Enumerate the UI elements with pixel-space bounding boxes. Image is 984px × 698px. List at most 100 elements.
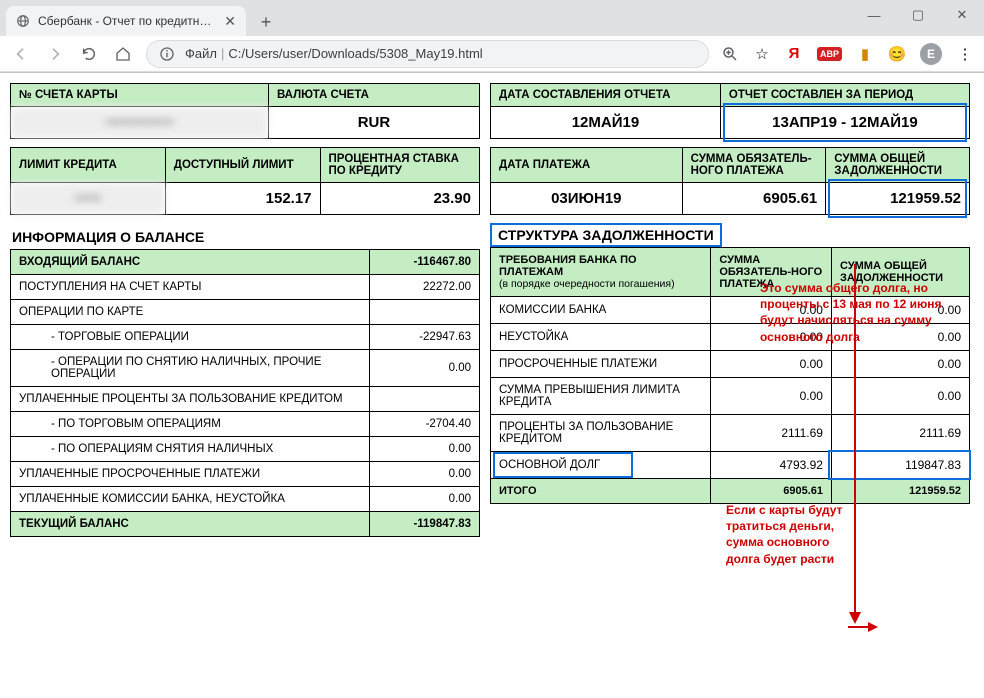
bal-r4-val: 0.00 [370,462,480,487]
bal-r3a-val: -2704.40 [370,412,480,437]
debt-title: СТРУКТУРА ЗАДОЛЖЕННОСТИ [490,223,722,247]
address-bar[interactable]: Файл | C:/Users/user/Downloads/5308_May1… [146,40,709,68]
val-currency: RUR [268,107,479,139]
report-page: № СЧЕТА КАРТЫ ВАЛЮТА СЧЕТА •••••••••••••… [0,73,984,547]
profile-avatar[interactable]: E [920,43,942,65]
bookmark-star-icon[interactable]: ☆ [753,45,771,63]
val-available-limit: 152.17 [165,183,320,215]
debt-r4-b: 0.00 [831,378,969,415]
home-icon [115,46,131,62]
bal-r4-label: УПЛАЧЕННЫЕ ПРОСРОЧЕННЫЕ ПЛАТЕЖИ [11,462,370,487]
table-debt-structure: ТРЕБОВАНИЯ БАНКА ПО ПЛАТЕЖАМ (в порядке … [490,247,970,504]
window-maximize[interactable]: ▢ [896,0,940,30]
debt-h1: ТРЕБОВАНИЯ БАНКА ПО ПЛАТЕЖАМ (в порядке … [491,248,711,297]
bal-r5-val: 0.00 [370,487,480,512]
arrow-left-icon [13,46,29,62]
debt-r2-l: НЕУСТОЙКА [491,324,711,351]
hdr-report-date: ДАТА СОСТАВЛЕНИЯ ОТЧЕТА [491,84,721,107]
hdr-interest-rate: ПРОЦЕНТНАЯ СТАВКА ПО КРЕДИТУ [320,148,479,183]
arrow-red-horizontal [848,620,878,634]
val-payment-date: 03ИЮН19 [491,183,683,215]
yandex-icon[interactable]: Я [785,45,803,63]
debt-r1-b: 0.00 [831,297,969,324]
bal-in-label: ВХОДЯЩИЙ БАЛАНС [11,250,370,275]
tab-title: Сбербанк - Отчет по кредитно… [38,14,216,28]
extension-icon-2[interactable]: 😊 [888,45,906,63]
bal-in-val: -116467.80 [370,250,480,275]
window-minimize[interactable]: — [852,0,896,30]
nav-forward-button[interactable] [44,43,66,65]
bal-r2a-val: -22947.63 [370,325,480,350]
bal-r5-label: УПЛАЧЕННЫЕ КОМИССИИ БАНКА, НЕУСТОЙКА [11,487,370,512]
val-report-date: 12МАЙ19 [491,107,721,139]
bal-r1-val: 22272.00 [370,275,480,300]
bal-out-label: ТЕКУЩИЙ БАЛАНС [11,512,370,537]
extension-icon-1[interactable]: ▮ [856,45,874,63]
debt-r3-b: 0.00 [831,351,969,378]
bal-r2-val [370,300,480,325]
bal-r3-label: УПЛАЧЕННЫЕ ПРОЦЕНТЫ ЗА ПОЛЬЗОВАНИЕ КРЕДИ… [11,387,370,412]
bal-r3a-label: - ПО ТОРГОВЫМ ОПЕРАЦИЯМ [11,412,370,437]
val-card-number: ••••••••••••• [11,107,269,139]
bal-r2-label: ОПЕРАЦИИ ПО КАРТЕ [11,300,370,325]
val-total-debt: 121959.52 [826,183,970,215]
debt-r5-l: ПРОЦЕНТЫ ЗА ПОЛЬЗОВАНИЕ КРЕДИТОМ [491,415,711,452]
new-tab-button[interactable]: + [252,8,280,36]
debt-rt-a: 6905.61 [711,479,832,504]
reload-button[interactable] [78,43,100,65]
balance-title: ИНФОРМАЦИЯ О БАЛАНСЕ [10,223,480,249]
debt-r4-l: СУММА ПРЕВЫШЕНИЯ ЛИМИТА КРЕДИТА [491,378,711,415]
debt-r5-b: 2111.69 [831,415,969,452]
window-close[interactable]: ✕ [940,0,984,30]
debt-r3-l: ПРОСРОЧЕННЫЕ ПЛАТЕЖИ [491,351,711,378]
bal-r2b-label: - ОПЕРАЦИИ ПО СНЯТИЮ НАЛИЧНЫХ, ПРОЧИЕ ОП… [11,350,370,387]
val-credit-limit: ••••• [11,183,166,215]
home-button[interactable] [112,43,134,65]
adblock-icon[interactable]: ABP [817,47,842,61]
debt-r6-a: 4793.92 [711,452,832,479]
hdr-credit-limit: ЛИМИТ КРЕДИТА [11,148,166,183]
table-balance: ВХОДЯЩИЙ БАЛАНС-116467.80 ПОСТУПЛЕНИЯ НА… [10,249,480,537]
debt-h3: СУММА ОБЩЕЙ ЗАДОЛЖЕННОСТИ [831,248,969,297]
hdr-currency: ВАЛЮТА СЧЕТА [268,84,479,107]
debt-h2: СУММА ОБЯЗАТЕЛЬ-НОГО ПЛАТЕЖА [711,248,832,297]
debt-r1-a: 0.00 [711,297,832,324]
hdr-total-debt: СУММА ОБЩЕЙ ЗАДОЛЖЕННОСТИ [826,148,970,183]
url-text: C:/Users/user/Downloads/5308_May19.html [228,46,482,61]
hdr-report-period: ОТЧЕТ СОСТАВЛЕН ЗА ПЕРИОД [720,84,969,107]
globe-icon [16,14,30,28]
arrow-right-icon [47,46,63,62]
reload-icon [81,46,97,62]
debt-rt-b: 121959.52 [831,479,969,504]
debt-r2-a: 0.00 [711,324,832,351]
browser-menu-icon[interactable]: ⋮ [956,45,974,63]
hdr-min-payment: СУММА ОБЯЗАТЕЛЬ-НОГО ПЛАТЕЖА [682,148,826,183]
val-report-period: 13АПР19 - 12МАЙ19 [720,107,969,139]
debt-r4-a: 0.00 [711,378,832,415]
debt-r3-a: 0.00 [711,351,832,378]
browser-tab[interactable]: Сбербанк - Отчет по кредитно… ✕ [6,6,246,36]
bal-r1-label: ПОСТУПЛЕНИЯ НА СЧЕТ КАРТЫ [11,275,370,300]
debt-r2-b: 0.00 [831,324,969,351]
table-account-currency: № СЧЕТА КАРТЫ ВАЛЮТА СЧЕТА •••••••••••••… [10,83,480,139]
val-interest-rate: 23.90 [320,183,479,215]
zoom-icon[interactable] [721,45,739,63]
table-report-dates: ДАТА СОСТАВЛЕНИЯ ОТЧЕТА ОТЧЕТ СОСТАВЛЕН … [490,83,970,139]
bal-r3-val [370,387,480,412]
bal-r3b-val: 0.00 [370,437,480,462]
tab-close-icon[interactable]: ✕ [224,13,236,30]
bal-r2b-val: 0.00 [370,350,480,387]
bal-out-val: -119847.83 [370,512,480,537]
table-payment-summary: ДАТА ПЛАТЕЖА СУММА ОБЯЗАТЕЛЬ-НОГО ПЛАТЕЖ… [490,147,970,215]
debt-rt-l: ИТОГО [491,479,711,504]
hdr-card-number: № СЧЕТА КАРТЫ [11,84,269,107]
hdr-available-limit: ДОСТУПНЫЙ ЛИМИТ [165,148,320,183]
debt-r1-l: КОМИССИИ БАНКА [491,297,711,324]
info-icon [159,46,175,62]
val-min-payment: 6905.61 [682,183,826,215]
file-label: Файл [185,46,217,61]
nav-back-button[interactable] [10,43,32,65]
debt-r5-a: 2111.69 [711,415,832,452]
debt-r6-l: ОСНОВНОЙ ДОЛГ [491,452,711,479]
debt-r6-b: 119847.83 [831,452,969,479]
